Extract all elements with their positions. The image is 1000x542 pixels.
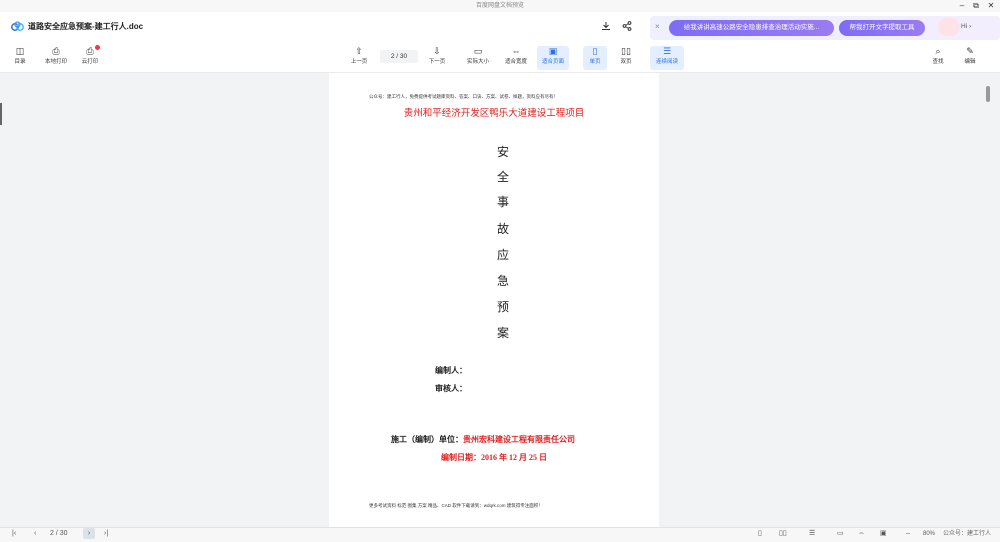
- continuous-read-button[interactable]: ☰ 连续阅读: [650, 46, 684, 70]
- share-icon[interactable]: [622, 21, 632, 31]
- fit-width-button[interactable]: ⇔ 适合宽度: [500, 46, 532, 65]
- first-page-icon[interactable]: |‹: [12, 528, 16, 540]
- double-view-icon[interactable]: ▯▯: [779, 528, 787, 540]
- single-page-icon: ▯: [592, 46, 598, 56]
- next-page-icon[interactable]: ›: [83, 528, 95, 539]
- vertical-title-char: 事: [496, 195, 509, 209]
- catalog-button[interactable]: ◫ 目录: [8, 46, 32, 65]
- zoom-level: 80%: [923, 531, 936, 537]
- close-window-button[interactable]: ✕: [984, 0, 998, 12]
- footer-note: 更多考试资料 标范 图集 方案 精品、CAD 软件下载请到：wdqrk.com …: [369, 503, 543, 508]
- continuous-read-icon: ☰: [662, 46, 672, 56]
- find-label: 查找: [932, 59, 944, 65]
- left-edge-marker: [0, 103, 2, 125]
- actual-size-label: 实际大小: [466, 59, 489, 65]
- double-page-icon: ▯▯: [621, 46, 631, 56]
- header-note: 公众号：建工行人，免费提供考试题库资料、答案、口诀、方案、试卷、样题，资料应有尽…: [369, 94, 558, 99]
- notification-dot: [95, 45, 100, 50]
- vertical-title-char: 安: [496, 145, 509, 159]
- arrow-up-circle-icon: ⇧: [355, 46, 363, 56]
- minimize-button[interactable]: –: [955, 0, 969, 12]
- single-page-button[interactable]: ▯ 单页: [583, 46, 607, 70]
- catalog-icon: ◫: [15, 46, 25, 56]
- continuous-read-label: 连续阅读: [655, 59, 678, 65]
- continuous-view-icon[interactable]: ☰: [809, 528, 815, 540]
- page-number-input[interactable]: 2 / 30: [380, 50, 418, 63]
- vertical-title-char: 故: [496, 222, 509, 236]
- next-page-label: 下一页: [428, 59, 446, 65]
- vertical-title-char: 预: [496, 300, 509, 314]
- double-page-label: 双页: [620, 59, 632, 65]
- prev-page-icon[interactable]: ‹: [34, 528, 36, 540]
- actual-size-button[interactable]: ▭ 实际大小: [462, 46, 494, 65]
- document-title: 道路安全应急预案-建工行人.doc: [28, 22, 144, 31]
- edit-label: 编辑: [964, 59, 976, 65]
- vertical-title-char: 案: [496, 326, 509, 340]
- edit-button[interactable]: ✎ 编辑: [960, 46, 980, 65]
- vertical-title-char: 应: [496, 248, 509, 262]
- baidu-netdisk-logo-icon: [11, 21, 24, 31]
- prev-page-label: 上一页: [350, 59, 368, 65]
- fit-page-view-icon[interactable]: ▣: [880, 528, 887, 540]
- cloud-print-label: 云打印: [81, 59, 99, 65]
- reviewer-label: 审核人：: [435, 384, 467, 393]
- single-view-icon[interactable]: ▯: [758, 528, 762, 540]
- arrow-down-circle-icon: ⇩: [433, 46, 441, 56]
- unit-row: 施工（编制）单位：贵州宏科建设工程有限责任公司: [391, 434, 575, 445]
- ai-greeting[interactable]: Hi ›: [961, 23, 971, 30]
- prev-page-button[interactable]: ⇧ 上一页: [346, 46, 372, 65]
- ai-bar-close-button[interactable]: ×: [655, 22, 660, 31]
- watermark-text: 公众号：建工行人: [943, 531, 992, 537]
- actual-size-view-icon[interactable]: ▭: [837, 528, 844, 540]
- ai-avatar[interactable]: [938, 18, 960, 36]
- printer-icon: ⎙: [52, 46, 60, 56]
- restore-button[interactable]: ⧉: [969, 0, 983, 12]
- single-page-label: 单页: [589, 59, 601, 65]
- compiler-label: 编制人：: [435, 366, 467, 375]
- ai-suggestion-button[interactable]: 给我讲讲高速公路安全隐患排查治理活动实施...: [669, 20, 834, 36]
- vertical-title-char: 全: [496, 170, 509, 184]
- find-button[interactable]: ⌕ 查找: [928, 46, 948, 65]
- text-extract-button[interactable]: 帮我打开文字提取工具: [839, 20, 925, 36]
- status-bar: [0, 527, 1000, 542]
- zoom-out-button[interactable]: –: [906, 528, 910, 540]
- window-title: 百度网盘文档预览: [475, 3, 524, 9]
- fit-page-icon: ▣: [548, 46, 558, 56]
- local-print-label: 本地打印: [44, 59, 67, 65]
- fit-width-label: 适合宽度: [504, 59, 527, 65]
- actual-size-icon: ▭: [473, 46, 483, 56]
- compile-date: 编制日期：2016 年 12 月 25 日: [441, 453, 547, 462]
- fit-width-view-icon[interactable]: ⇔: [858, 528, 865, 540]
- local-print-button[interactable]: ⎙ 本地打印: [41, 46, 71, 65]
- next-page-button[interactable]: ⇩ 下一页: [424, 46, 450, 65]
- project-title: 贵州和平经济开发区鸭乐大道建设工程项目: [403, 108, 585, 119]
- download-icon[interactable]: [601, 21, 611, 31]
- fit-page-label: 适合页面: [541, 59, 564, 65]
- catalog-label: 目录: [14, 59, 26, 65]
- last-page-icon[interactable]: ›|: [104, 528, 108, 540]
- vertical-scrollbar[interactable]: [986, 86, 990, 102]
- unit-value: 贵州宏科建设工程有限责任公司: [463, 435, 575, 444]
- unit-label: 施工（编制）单位：: [391, 435, 463, 444]
- fit-width-icon: ⇔: [511, 46, 521, 56]
- search-icon: ⌕: [935, 46, 941, 56]
- bottom-page-indicator[interactable]: 2 / 30: [50, 528, 68, 540]
- double-page-button[interactable]: ▯▯ 双页: [614, 46, 638, 65]
- fit-page-button[interactable]: ▣ 适合页面: [537, 46, 569, 70]
- pencil-icon: ✎: [966, 46, 974, 56]
- vertical-title-char: 急: [496, 274, 509, 288]
